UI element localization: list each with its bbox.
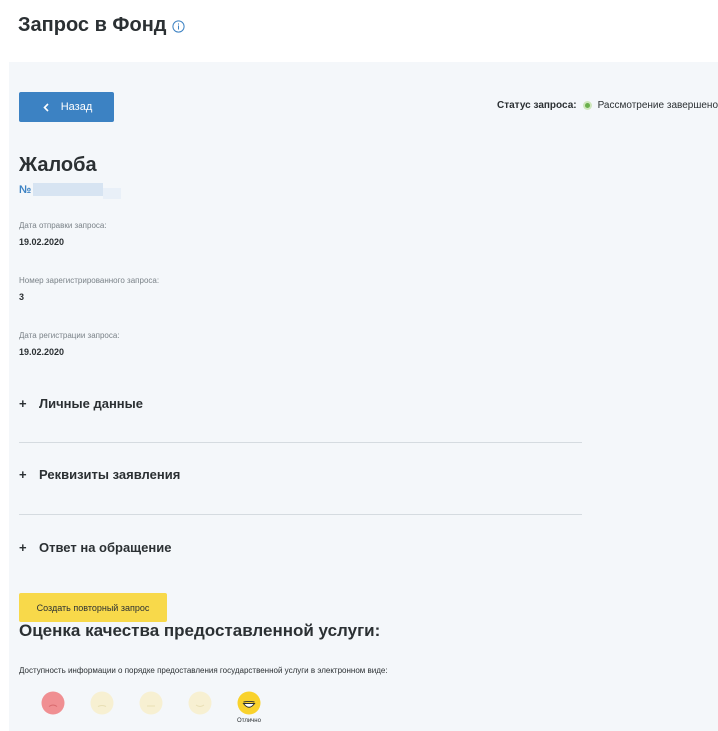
section-label: Ответ на обращение — [39, 540, 172, 555]
field-registered-number: Номер зарегистрированного запроса: 3 — [19, 276, 159, 302]
plus-icon: + — [19, 467, 27, 482]
field-label: Номер зарегистрированного запроса: — [19, 276, 160, 285]
rating-question: Доступность информации о порядке предост… — [19, 666, 388, 675]
section-label: Реквизиты заявления — [39, 467, 181, 482]
request-panel: Назад Статус запроса: Рассмотрение завер… — [9, 62, 718, 731]
field-label: Дата отправки запроса: — [19, 221, 107, 230]
plus-icon: + — [19, 396, 27, 411]
request-type-title: Жалоба — [19, 154, 97, 176]
rating-option-excellent[interactable]: Отлично — [237, 691, 261, 724]
bad-face-icon — [90, 691, 114, 715]
divider — [19, 514, 582, 515]
status-label: Статус запроса: — [497, 100, 577, 111]
back-button-label: Назад — [60, 101, 93, 113]
create-repeat-request-button[interactable]: Создать повторный запрос — [19, 593, 167, 622]
request-number-prefix: № — [19, 183, 32, 196]
request-status: Статус запроса: Рассмотрение завершено — [497, 100, 718, 111]
chevron-left-icon — [41, 102, 52, 113]
rating-option-neutral[interactable] — [139, 691, 163, 724]
back-button[interactable]: Назад — [19, 92, 114, 122]
rating-options: Отлично — [41, 691, 286, 724]
field-label: Дата регистрации запроса: — [19, 331, 120, 340]
section-application-details[interactable]: + Реквизиты заявления — [19, 467, 582, 482]
section-label: Личные данные — [39, 396, 143, 411]
section-response[interactable]: + Ответ на обращение — [19, 540, 582, 555]
rating-option-label: Отлично — [237, 718, 261, 724]
divider — [19, 442, 582, 443]
field-registration-date: Дата регистрации запроса: 19.02.2020 — [19, 331, 120, 357]
field-value: 19.02.2020 — [19, 347, 65, 357]
status-value: Рассмотрение завершено — [597, 100, 718, 111]
rating-option-good[interactable] — [188, 691, 212, 724]
redacted-number — [33, 183, 104, 196]
page-title: Запрос в Фонд — [18, 13, 167, 36]
very-bad-face-icon — [41, 691, 65, 715]
request-number: № — [19, 180, 122, 199]
info-circle-icon[interactable] — [171, 19, 185, 33]
field-value: 19.02.2020 — [19, 237, 65, 247]
field-sent-date: Дата отправки запроса: 19.02.2020 — [19, 221, 107, 247]
rating-option-bad[interactable] — [90, 691, 114, 724]
page-header: Запрос в Фонд — [18, 10, 185, 40]
neutral-face-icon — [139, 691, 163, 715]
rating-option-very-bad[interactable] — [41, 691, 65, 724]
redacted-number-tail — [103, 188, 122, 199]
section-personal-data[interactable]: + Личные данные — [19, 396, 582, 411]
rating-title: Оценка качества предоставленной услуги: — [19, 621, 381, 640]
excellent-face-icon — [237, 691, 261, 715]
good-face-icon — [188, 691, 212, 715]
field-value: 3 — [19, 292, 25, 302]
status-indicator-icon — [584, 103, 590, 108]
plus-icon: + — [19, 540, 27, 555]
